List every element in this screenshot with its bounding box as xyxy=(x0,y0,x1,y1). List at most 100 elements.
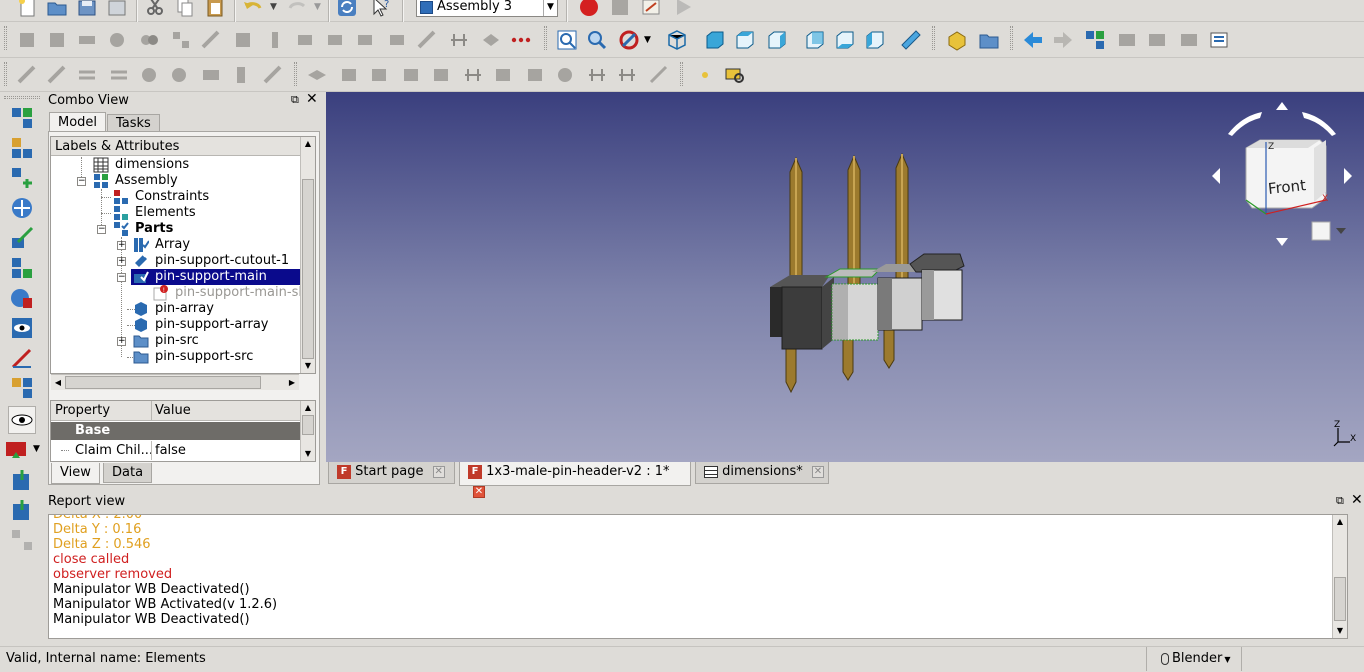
report-scrollbar[interactable]: ▲ ▼ xyxy=(1332,515,1347,638)
scroll-thumb[interactable] xyxy=(302,179,314,359)
undo-icon[interactable] xyxy=(240,0,266,20)
constraint-icon[interactable] xyxy=(336,62,362,88)
whats-this-icon[interactable]: ? xyxy=(368,0,394,20)
view-right-icon[interactable] xyxy=(764,27,790,53)
constraint-icon[interactable] xyxy=(260,62,286,88)
collapse-toggle[interactable]: − xyxy=(77,177,86,186)
assembly-add-icon[interactable] xyxy=(8,134,36,162)
import-icon[interactable] xyxy=(8,496,36,524)
tree-item-constraints[interactable]: Constraints xyxy=(113,189,209,205)
doc-tab-dimensions[interactable]: dimensions* ✕ xyxy=(695,462,829,484)
new-icon[interactable] xyxy=(14,0,40,20)
assembly-constraint-icon[interactable] xyxy=(230,27,256,53)
nav-arrow-up-icon[interactable] xyxy=(1276,102,1288,110)
constraint-icon[interactable] xyxy=(366,62,392,88)
view-top-icon[interactable] xyxy=(732,27,758,53)
constraint-icon[interactable] xyxy=(614,62,640,88)
close-tab-icon[interactable]: ✕ xyxy=(432,465,445,478)
fit-selection-icon[interactable] xyxy=(584,27,610,53)
property-group-base[interactable]: Base xyxy=(51,422,301,440)
assembly-constraint-icon[interactable] xyxy=(384,27,410,53)
tree-item-dimensions[interactable]: dimensions xyxy=(93,157,189,173)
assembly-tree-icon[interactable] xyxy=(8,374,36,402)
property-row[interactable]: Claim Chil... false xyxy=(51,441,301,460)
move-icon[interactable] xyxy=(8,194,36,222)
expand-toggle[interactable]: + xyxy=(117,241,126,250)
constraint-icon[interactable] xyxy=(460,62,486,88)
edit-macro-icon[interactable] xyxy=(638,0,664,20)
float-icon[interactable]: ⧉ xyxy=(1336,494,1344,508)
doc-tab-start-page[interactable]: F Start page ✕ xyxy=(328,462,455,484)
draw-style-icon[interactable] xyxy=(616,27,642,53)
undo-dropdown-icon[interactable]: ▼ xyxy=(270,2,277,12)
float-icon[interactable]: ⧉ xyxy=(291,93,299,107)
rotate-right-icon[interactable] xyxy=(1302,112,1336,136)
constraint-icon[interactable] xyxy=(166,62,192,88)
constraint-icon[interactable] xyxy=(44,62,70,88)
scroll-up-icon[interactable]: ▲ xyxy=(1333,515,1347,529)
tree-vertical-scrollbar[interactable]: ▲ ▼ xyxy=(300,137,315,373)
assembly-constraint-icon[interactable] xyxy=(74,27,100,53)
tree-item-elements[interactable]: Elements xyxy=(113,205,196,221)
nav-forward-icon[interactable] xyxy=(1050,27,1076,53)
edit-part-icon[interactable] xyxy=(8,224,36,252)
refresh-icon[interactable] xyxy=(334,0,360,20)
visibility-icon[interactable] xyxy=(8,314,36,342)
add-part-icon[interactable] xyxy=(2,436,30,464)
constraint-icon[interactable] xyxy=(136,62,162,88)
tree-item-pin-src[interactable]: pin-src xyxy=(133,333,199,349)
tree-item-pin-support-main[interactable]: pin-support-main xyxy=(131,269,301,285)
fit-all-icon[interactable] xyxy=(554,27,580,53)
scroll-thumb[interactable] xyxy=(1334,577,1346,621)
nav-back-icon[interactable] xyxy=(1020,27,1046,53)
assembly-constraint-icon[interactable] xyxy=(168,27,194,53)
view-rear-icon[interactable] xyxy=(802,27,828,53)
assembly-constraint-icon[interactable] xyxy=(136,27,162,53)
add-part-dropdown-icon[interactable]: ▼ xyxy=(33,444,40,454)
draw-style-dropdown-icon[interactable]: ▼ xyxy=(644,35,651,45)
scroll-up-icon[interactable]: ▲ xyxy=(301,401,315,415)
view-front-icon[interactable] xyxy=(702,27,728,53)
tree-item-pin-support-src[interactable]: pin-support-src xyxy=(133,349,253,365)
rotate-left-icon[interactable] xyxy=(1228,112,1262,136)
nav-style-button[interactable]: Blender ▼ xyxy=(1146,647,1242,671)
cut-icon[interactable] xyxy=(142,0,168,20)
constraint-icon[interactable] xyxy=(428,62,454,88)
expand-toggle[interactable]: + xyxy=(117,257,126,266)
tree-item-parts[interactable]: Parts xyxy=(113,221,173,237)
assembly-constraint-icon[interactable] xyxy=(44,27,70,53)
tree-item-pin-support-main-sk[interactable]: ! pin-support-main-sk xyxy=(153,285,306,301)
save-as-icon[interactable] xyxy=(104,0,130,20)
assembly-import-icon[interactable] xyxy=(8,164,36,192)
assembly-constraint-icon[interactable] xyxy=(262,27,288,53)
scroll-left-icon[interactable]: ◀ xyxy=(51,375,65,390)
stop-macro-icon[interactable] xyxy=(607,0,633,20)
workbench-select[interactable]: Assembly 3 ▼ xyxy=(416,0,558,17)
constraint-icon[interactable] xyxy=(304,62,330,88)
assembly-constraint-icon[interactable] xyxy=(198,27,224,53)
scroll-thumb[interactable] xyxy=(65,376,261,389)
redo-icon[interactable] xyxy=(284,0,310,20)
link-select-icon[interactable] xyxy=(1206,27,1232,53)
3d-viewport[interactable]: Front Z X Z X xyxy=(326,92,1364,462)
property-value[interactable]: false xyxy=(155,441,186,460)
constraint-icon[interactable] xyxy=(552,62,578,88)
constraint-icon[interactable] xyxy=(522,62,548,88)
part-icon[interactable] xyxy=(944,27,970,53)
tree-item-pin-support-array[interactable]: pin-support-array xyxy=(133,317,268,333)
close-icon[interactable]: ✕ xyxy=(306,91,318,107)
tab-tasks[interactable]: Tasks xyxy=(107,114,160,132)
tree-item-pin-array[interactable]: pin-array xyxy=(133,301,214,317)
measure-icon[interactable] xyxy=(898,27,924,53)
close-tab-icon[interactable]: ✕ xyxy=(811,465,824,478)
constraint-icon[interactable] xyxy=(198,62,224,88)
tab-data[interactable]: Data xyxy=(103,463,153,483)
constraint-icon[interactable] xyxy=(106,62,132,88)
assembly-constraint-icon[interactable] xyxy=(446,27,472,53)
group-icon[interactable] xyxy=(976,27,1002,53)
scroll-right-icon[interactable]: ▶ xyxy=(285,375,299,390)
assembly-constraint-icon[interactable] xyxy=(352,27,378,53)
quick-measure-icon[interactable] xyxy=(722,62,748,88)
scroll-down-icon[interactable]: ▼ xyxy=(301,447,315,461)
assembly-constraint-icon[interactable] xyxy=(104,27,130,53)
